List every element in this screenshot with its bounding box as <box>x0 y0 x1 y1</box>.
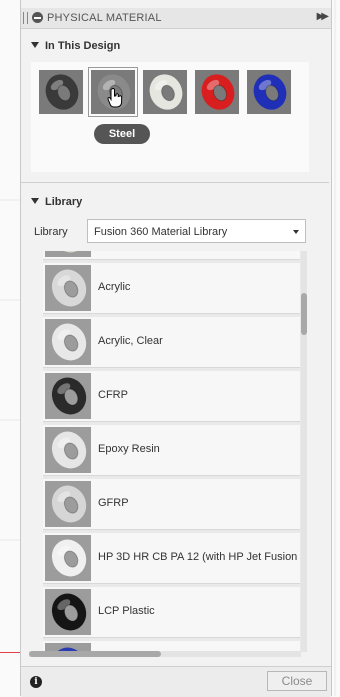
horizontal-scroll-thumb[interactable] <box>29 651 161 657</box>
material-thumbnail-icon <box>45 373 93 419</box>
material-dark-gray-swatch[interactable] <box>39 70 83 114</box>
design-materials-box: Steel <box>31 62 309 172</box>
material-name: Acrylic <box>98 281 131 293</box>
collapse-icon[interactable] <box>32 12 43 23</box>
double-arrow-right-icon[interactable]: ▶▶ <box>317 11 330 22</box>
vertical-scroll-thumb[interactable] <box>301 293 307 335</box>
in-this-design-header[interactable]: In This Design <box>31 40 120 52</box>
material-list-item[interactable]: Acrylic, Clear <box>43 317 300 368</box>
library-dropdown-value: Fusion 360 Material Library <box>94 226 228 238</box>
material-blue-swatch[interactable] <box>247 70 291 114</box>
library-heading: Library <box>45 196 83 208</box>
library-header[interactable]: Library <box>31 196 82 208</box>
hand-cursor-icon <box>107 88 123 108</box>
material-thumbnail-icon <box>45 251 93 257</box>
material-name: LCP Plastic <box>98 605 155 617</box>
material-thumbnail-icon <box>45 427 93 473</box>
material-thumbnail-icon <box>45 481 93 527</box>
library-dropdown[interactable]: Fusion 360 Material Library <box>87 219 306 243</box>
material-thumbnail-icon <box>45 589 93 635</box>
material-name: CFRP <box>98 389 128 401</box>
horizontal-scrollbar[interactable] <box>29 651 301 657</box>
vertical-scrollbar[interactable] <box>301 251 307 652</box>
material-name: HP 3D HR CB PA 12 (with HP Jet Fusion 58 <box>98 551 306 563</box>
chevron-down-icon <box>293 230 299 234</box>
material-name: Acrylic, Clear <box>98 335 163 347</box>
material-list-item[interactable]: LCP Plastic <box>43 587 300 638</box>
section-collapse-icon <box>31 42 39 48</box>
close-button[interactable]: Close <box>267 671 327 691</box>
in-this-design-heading: In This Design <box>45 40 121 52</box>
panel-title: PHYSICAL MATERIAL <box>47 12 162 24</box>
material-list-item[interactable]: CFRP <box>43 371 300 422</box>
material-tooltip: Steel <box>94 124 150 144</box>
material-list-item[interactable]: Epoxy Resin <box>43 425 300 476</box>
info-icon[interactable]: i <box>30 676 42 688</box>
material-list-item[interactable]: Acrylic <box>43 263 300 314</box>
material-name: GFRP <box>98 497 129 509</box>
material-thumbnail-icon <box>45 535 93 581</box>
material-name: Epoxy Resin <box>98 443 160 455</box>
material-thumbnail-icon <box>45 265 93 311</box>
material-list-item[interactable] <box>43 251 300 260</box>
material-list-item[interactable]: GFRP <box>43 479 300 530</box>
physical-material-panel: PHYSICAL MATERIAL ▶▶ In This Design Stee… <box>20 0 332 697</box>
material-white-swatch[interactable] <box>143 70 187 114</box>
panel-footer: i Close <box>21 666 331 697</box>
library-label: Library <box>34 226 68 238</box>
drag-grip-icon[interactable] <box>23 12 28 24</box>
section-collapse-icon <box>31 198 39 204</box>
material-red-swatch[interactable] <box>195 70 239 114</box>
material-list-item[interactable]: HP 3D HR CB PA 12 (with HP Jet Fusion 58 <box>43 533 306 584</box>
material-thumbnail-icon <box>45 319 93 365</box>
material-list: Acrylic Acrylic, Clear CFRP Epoxy Resin GFRP… <box>43 251 306 652</box>
panel-titlebar[interactable]: PHYSICAL MATERIAL ▶▶ <box>21 8 331 29</box>
section-divider <box>21 182 329 183</box>
